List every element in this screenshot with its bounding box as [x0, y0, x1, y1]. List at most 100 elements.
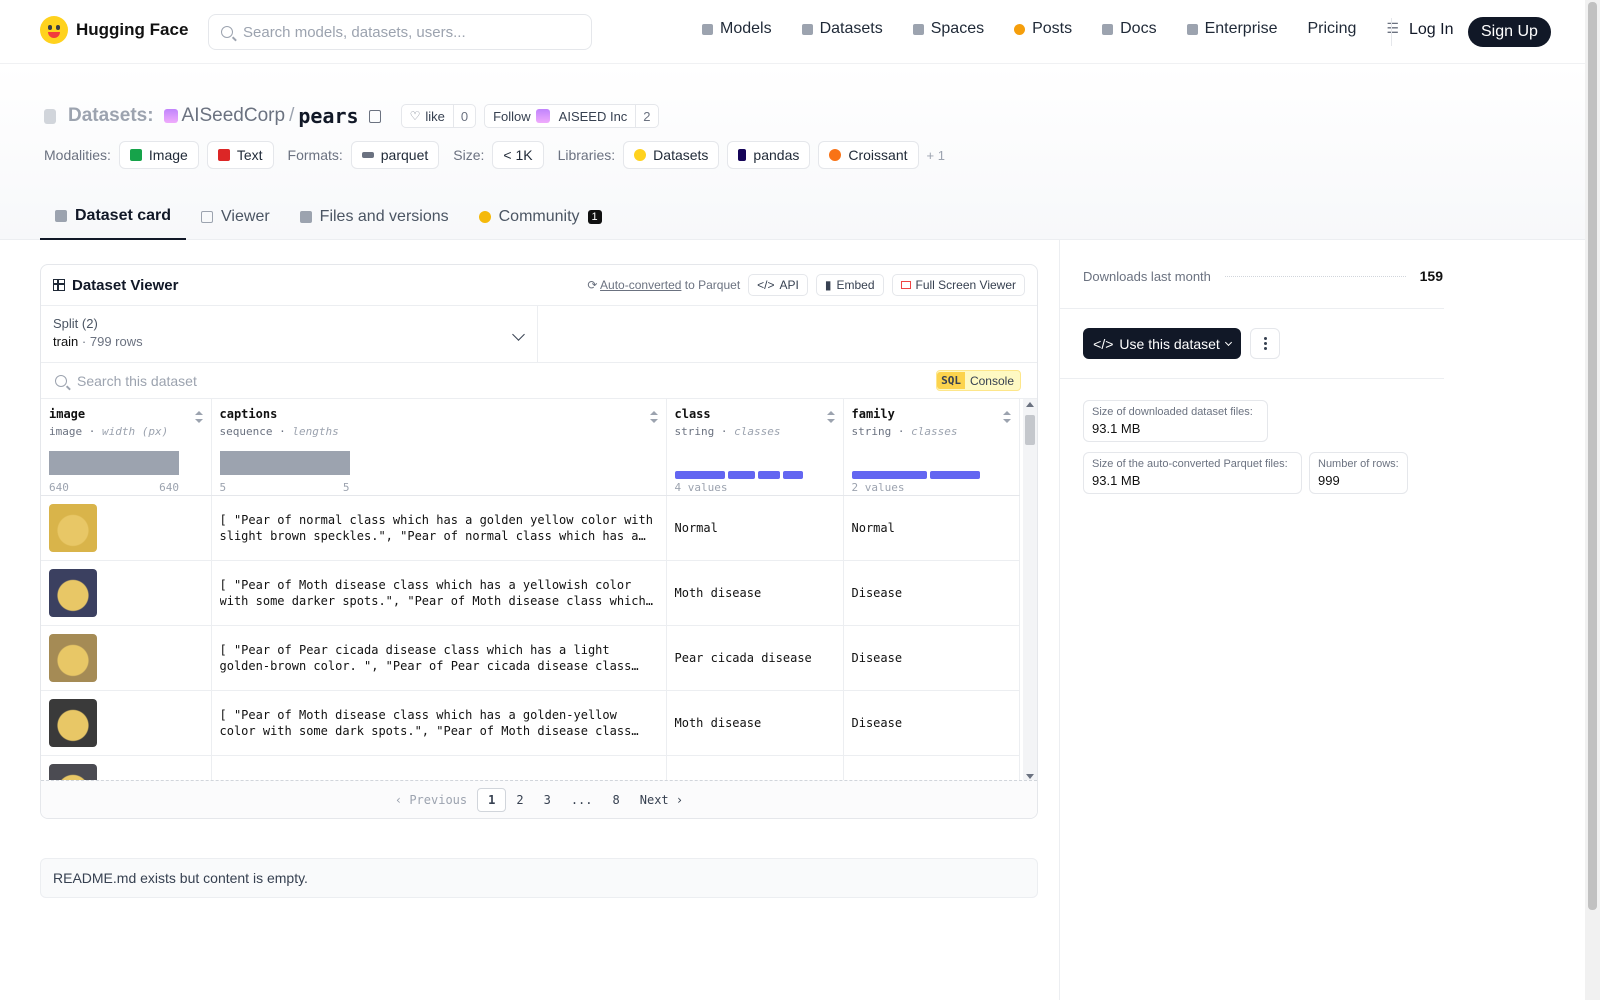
tag-size[interactable]: < 1K — [492, 141, 544, 169]
table-row[interactable]: [ "Pear of Moth disease class which has … — [41, 690, 1020, 756]
cell-class[interactable]: Moth disease — [666, 690, 844, 756]
full-screen-button[interactable]: Full Screen Viewer — [891, 274, 1025, 296]
tag-library-pandas[interactable]: pandas — [727, 141, 811, 169]
use-this-dataset-button[interactable]: </> Use this dataset — [1083, 328, 1241, 359]
histogram-bar[interactable] — [219, 451, 350, 475]
cell-class[interactable]: Pear cicada disease — [666, 625, 844, 691]
column-header-class[interactable]: class string · classes 4 values — [666, 399, 844, 496]
cell-image[interactable] — [41, 755, 212, 782]
cell-captions[interactable]: [ "Pear of Pear cicada disease class whi… — [211, 625, 667, 691]
page-button-8[interactable]: 8 — [603, 789, 630, 811]
cell-class[interactable]: Normal — [666, 495, 844, 561]
copy-icon[interactable] — [368, 109, 381, 123]
pear-thumbnail[interactable] — [49, 633, 97, 682]
cell-class[interactable] — [666, 755, 844, 782]
nav-link-posts[interactable]: Posts — [1014, 20, 1072, 38]
next-page-button[interactable]: Next › — [630, 789, 693, 811]
sort-icon[interactable] — [649, 411, 658, 423]
cell-captions[interactable]: [ "Pear of Moth disease class which has … — [211, 690, 667, 756]
cell-family[interactable] — [843, 755, 1020, 782]
scrollbar-thumb[interactable] — [1025, 415, 1035, 445]
stat-value: 999 — [1318, 473, 1340, 488]
nav-link-spaces[interactable]: Spaces — [912, 20, 984, 38]
split-selector[interactable]: Split (2) train · 799 rows — [41, 306, 538, 362]
cell-family[interactable]: Disease — [843, 560, 1020, 626]
column-header-image[interactable]: image image · width (px) 640 640 — [41, 399, 212, 496]
sort-icon[interactable] — [194, 411, 203, 423]
scroll-down-icon[interactable] — [1026, 774, 1034, 779]
tab-community[interactable]: Community 1 — [464, 193, 617, 240]
cell-captions[interactable]: [ "Pear of normal class which has a gold… — [211, 495, 667, 561]
tab-viewer[interactable]: Viewer — [186, 193, 285, 240]
cell-class[interactable]: Moth disease — [666, 560, 844, 626]
embed-label: Embed — [836, 278, 875, 292]
pear-thumbnail[interactable] — [49, 503, 97, 552]
class-bar[interactable] — [782, 471, 803, 479]
pear-thumbnail[interactable] — [49, 568, 97, 617]
signup-button[interactable]: Sign Up — [1468, 17, 1551, 47]
cell-family[interactable]: Normal — [843, 495, 1020, 561]
class-bar[interactable] — [757, 471, 780, 479]
org-link[interactable]: AISeedCorp — [182, 105, 286, 127]
embed-button[interactable]: ▮ Embed — [815, 274, 884, 296]
sql-console-button[interactable]: SQL Console — [936, 370, 1021, 391]
table-row[interactable]: [ "Pear of Pear cicada disease class", "… — [41, 755, 1020, 782]
tag-modality-image[interactable]: Image — [118, 141, 199, 169]
sort-icon[interactable] — [1002, 411, 1011, 423]
cell-captions[interactable]: [ "Pear of Moth disease class which has … — [211, 560, 667, 626]
table-scrollbar[interactable] — [1023, 399, 1037, 782]
page-button-2[interactable]: 2 — [506, 789, 533, 811]
like-button[interactable]: ♡ like 0 — [400, 104, 477, 128]
family-bar[interactable] — [929, 471, 980, 479]
sort-icon[interactable] — [826, 411, 835, 423]
histogram-bar[interactable] — [49, 451, 179, 475]
cell-captions[interactable]: [ "Pear of Pear cicada disease class", "… — [211, 755, 667, 782]
cell-image[interactable] — [41, 625, 212, 691]
nav-link-enterprise[interactable]: Enterprise — [1186, 20, 1277, 38]
nav-link-models[interactable]: Models — [702, 20, 772, 38]
table-row[interactable]: [ "Pear of Moth disease class which has … — [41, 560, 1020, 626]
tag-format-parquet[interactable]: parquet — [350, 141, 440, 169]
class-bar[interactable] — [674, 471, 725, 479]
page-scrollbar-thumb[interactable] — [1588, 2, 1597, 910]
class-bar[interactable] — [727, 471, 755, 479]
table-row[interactable]: [ "Pear of Pear cicada disease class whi… — [41, 625, 1020, 691]
family-distribution-bars — [851, 471, 980, 479]
column-header-captions[interactable]: captions sequence · lengths 55 — [211, 399, 667, 496]
nav-link-datasets[interactable]: Datasets — [801, 20, 883, 38]
table-row[interactable]: [ "Pear of normal class which has a gold… — [41, 495, 1020, 561]
tag-modality-text[interactable]: Text — [206, 141, 274, 169]
tag-library-datasets[interactable]: Datasets — [623, 141, 720, 169]
brand-logo[interactable]: Hugging Face — [40, 16, 188, 44]
nav-link-docs[interactable]: Docs — [1102, 20, 1157, 38]
login-link[interactable]: Log In — [1409, 21, 1453, 39]
api-button[interactable]: </> API — [748, 274, 808, 296]
stat-parquet-size: Size of the auto-converted Parquet files… — [1083, 452, 1302, 494]
more-libraries[interactable]: + 1 — [927, 148, 945, 163]
data-table-container[interactable]: image image · width (px) 640 640 captions… — [41, 399, 1037, 782]
cell-family[interactable]: Disease — [843, 625, 1020, 691]
auto-converted-link[interactable]: ⟳ Auto-converted to Parquet — [587, 278, 740, 292]
tag-library-croissant[interactable]: Croissant — [818, 141, 919, 169]
dataset-search-input[interactable]: Search this dataset SQL Console — [41, 363, 1037, 399]
family-bar[interactable] — [851, 471, 927, 479]
follow-button[interactable]: Follow AISEED Inc 2 — [484, 104, 659, 128]
search-input[interactable]: Search models, datasets, users... — [208, 14, 592, 50]
nav-link-pricing[interactable]: Pricing — [1307, 20, 1356, 38]
pear-thumbnail[interactable] — [49, 698, 97, 747]
scroll-up-icon[interactable] — [1026, 402, 1034, 407]
column-header-family[interactable]: family string · classes 2 values — [843, 399, 1020, 496]
page-button-1[interactable]: 1 — [477, 787, 507, 812]
cell-image[interactable] — [41, 495, 212, 561]
tab-files[interactable]: Files and versions — [285, 193, 464, 240]
cell-image[interactable] — [41, 560, 212, 626]
tab-dataset-card[interactable]: Dataset card — [40, 193, 187, 240]
page-scrollbar[interactable] — [1585, 0, 1600, 1000]
more-options-button[interactable] — [1250, 328, 1280, 359]
more-menu-icon[interactable]: ☰ — [1386, 20, 1399, 38]
cell-family[interactable]: Disease — [843, 690, 1020, 756]
page-button-3[interactable]: 3 — [534, 789, 561, 811]
cell-image[interactable] — [41, 690, 212, 756]
previous-page-button[interactable]: ‹ Previous — [385, 789, 477, 811]
dataset-name[interactable]: pears — [298, 104, 358, 128]
